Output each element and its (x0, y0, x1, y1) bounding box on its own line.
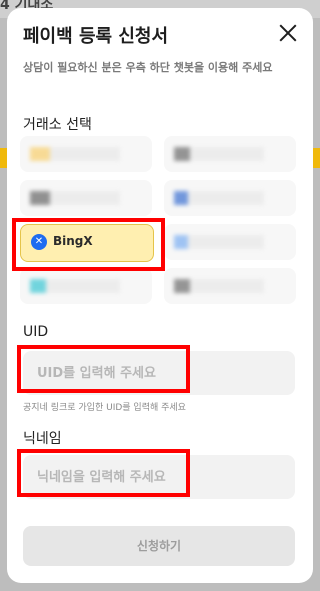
blurred-exchange-logo (174, 279, 264, 293)
exchange-section-label: 거래소 선택 (23, 117, 92, 133)
exchange-option[interactable] (164, 136, 296, 172)
modal-description: 상담이 필요하신 분은 우측 하단 챗봇을 이용해 주세요 (23, 61, 273, 74)
uid-label: UID (23, 324, 49, 340)
exchange-option[interactable] (20, 268, 152, 304)
payback-registration-modal: 페이백 등록 신청서 상담이 필요하신 분은 우측 하단 챗봇을 이용해 주세요… (7, 8, 313, 583)
blurred-exchange-logo (174, 191, 264, 205)
blurred-exchange-logo (30, 279, 120, 293)
submit-button[interactable]: 신청하기 (23, 526, 295, 566)
modal-title: 페이백 등록 신청서 (23, 26, 169, 47)
highlight-box-uid (17, 345, 190, 393)
background-accent-right (312, 148, 320, 168)
close-icon[interactable] (279, 24, 297, 42)
exchange-option[interactable] (164, 180, 296, 216)
exchange-option[interactable] (164, 268, 296, 304)
exchange-option[interactable] (20, 180, 152, 216)
nickname-label: 닉네임 (23, 431, 62, 447)
exchange-option[interactable] (164, 224, 296, 260)
blurred-exchange-logo (30, 147, 120, 161)
highlight-box-nickname (17, 449, 190, 497)
blurred-exchange-logo (30, 191, 120, 205)
exchange-option[interactable] (20, 136, 152, 172)
uid-note: 공지네 링크로 가입한 UID를 입력해 주세요 (23, 403, 186, 413)
blurred-exchange-logo (174, 235, 264, 249)
blurred-exchange-logo (174, 147, 264, 161)
highlight-box-bingx (12, 218, 165, 271)
